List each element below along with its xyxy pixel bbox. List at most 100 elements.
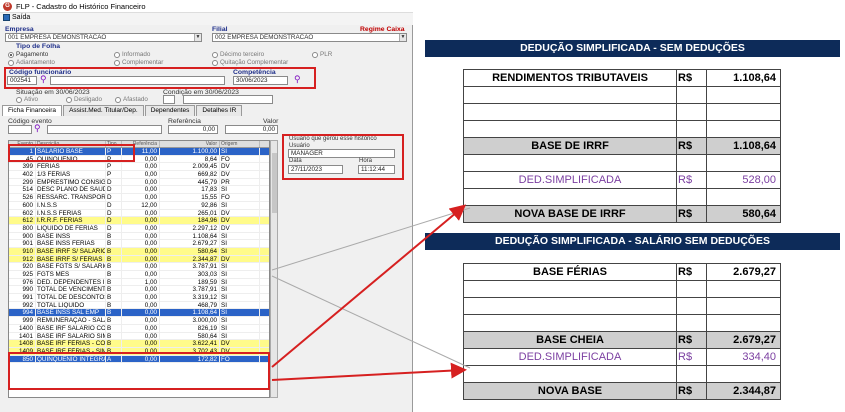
- table-row[interactable]: 990TOTAL DE VENCIMENTOSB0,003.787,91SI: [9, 286, 269, 295]
- tab-ficha-financeira[interactable]: Ficha Financeira: [2, 105, 63, 116]
- header-valor[interactable]: Valor: [160, 141, 220, 147]
- referencia-cell: 0,00: [122, 309, 160, 317]
- radio-desligado[interactable]: Desligado: [66, 96, 102, 103]
- origem-cell: FO: [220, 155, 260, 163]
- radio-quitacao-complementar[interactable]: Quitação Complementar: [212, 59, 288, 66]
- radio-afastado[interactable]: Afastado: [115, 96, 148, 103]
- referencia-cell: 0,00: [122, 255, 160, 263]
- table-row[interactable]: 612 I.R.R.F. FERIAS D 0,00 184,96 DV: [9, 217, 269, 225]
- referencia-cell: 0,00: [122, 286, 160, 294]
- cell-divider: [676, 121, 677, 137]
- evento-cell: 402: [9, 171, 36, 178]
- calc-row: NOVA BASE R$ 2.344,87: [464, 383, 780, 400]
- header-origem[interactable]: Origem: [220, 141, 260, 147]
- radio-label: Desligado: [74, 96, 103, 103]
- valor-cell: 3.622,41: [160, 340, 220, 347]
- table-row[interactable]: 600 I.N.S.S D 12,00 92,86 SI: [9, 201, 269, 210]
- descricao-cell: BASE IRF FÉRIAS - CONV: [37, 340, 106, 347]
- tab-detalhes-ir[interactable]: Detalhes IR: [196, 105, 243, 116]
- referencia-input[interactable]: 0,00: [168, 125, 218, 134]
- filial-select[interactable]: 002 EMPRESA DEMONSTRACAO ▼: [212, 33, 407, 42]
- table-row[interactable]: 399 FERIAS P 0,00 2.009,45 DV: [9, 163, 269, 172]
- table-row[interactable]: 994 BASE INSS SAL EMP B 0,00 1.108,64 SI: [9, 309, 269, 318]
- search-icon[interactable]: ⚲: [34, 124, 41, 133]
- evento-cell: 299: [9, 178, 36, 186]
- radio-complementar[interactable]: Complementar: [114, 59, 163, 66]
- valor-input[interactable]: 0,00: [225, 125, 278, 134]
- origem-cell: SI: [220, 332, 260, 340]
- table-row[interactable]: 514 DESC PLANO DE SAUDE D 0,00 17,83 SI: [9, 186, 269, 195]
- valor-cell: 826,19: [160, 324, 220, 332]
- descricao-cell: BASE FGTS S/ SALARIO: [37, 263, 106, 270]
- valor-cell: 1.108,64: [160, 309, 220, 317]
- referencia-cell: 0,00: [122, 294, 160, 301]
- cell-divider: [706, 155, 707, 171]
- radio-label: Informado: [122, 51, 151, 58]
- calc-value: 528,00: [742, 174, 776, 186]
- table-row[interactable]: 999 REMUNERAÇÃO - SALÁ B 0,00 3.000,00 SI: [9, 317, 269, 325]
- table-row[interactable]: 912 BASE IRRF S/ FÉRIAS B 0,00 2.344,87 DV: [9, 255, 269, 264]
- table-row[interactable]: 992 TOTAL LIQUIDO B 0,00 468,79 SI: [9, 301, 269, 310]
- table-row[interactable]: 991 TOTAL DE DESCONTOS B 0,00 3.319,12 SI: [9, 294, 269, 302]
- descricao-cell: EMPRESTIMO CONSIGN...: [37, 178, 106, 186]
- chevron-down-icon: ▼: [399, 34, 406, 41]
- scrollbar-thumb[interactable]: [272, 153, 277, 213]
- table-row[interactable]: 526RESSARC. TRANSPORTED0,0015,55FO: [9, 194, 269, 202]
- exit-button[interactable]: Saída: [3, 14, 30, 21]
- table-row[interactable]: 901 BASE INSS FERIAS B 0,00 2.679,27 SI: [9, 240, 269, 248]
- radio-label: Décimo terceiro: [220, 51, 265, 58]
- empresa-select[interactable]: 001 EMPRESA DEMONSTRACAO ▼: [5, 33, 202, 42]
- valor-cell: 189,59: [160, 278, 220, 286]
- panel2-table: BASE FÉRIAS R$ 2.679,27 BASE CHEIA R$ 2.679,2…: [463, 263, 781, 400]
- table-row[interactable]: 402 1/3 FERIAS P 0,00 669,82 DV: [9, 171, 269, 179]
- table-row[interactable]: 1401 BASE IRF SALARIO SIMP B 0,00 580,64 SI: [9, 332, 269, 341]
- descricao-cell: TOTAL LIQUIDO: [36, 301, 106, 309]
- referencia-label: Referência: [168, 118, 201, 125]
- radio-ativo[interactable]: Ativo: [16, 96, 38, 103]
- evento-cell: 912: [9, 255, 36, 263]
- table-row[interactable]: 900 BASE INSS B 0,00 1.108,64 SI: [9, 232, 269, 241]
- condicao-description: [183, 95, 273, 104]
- radio-plr[interactable]: PLR: [312, 51, 332, 58]
- table-row[interactable]: 800 LIQUIDO DE FERIAS D 0,00 2.297,12 DV: [9, 224, 269, 233]
- origem-cell: SI: [220, 278, 260, 286]
- table-row[interactable]: 1400BASE IRF SALARIO CONVB0,00826,19SI: [9, 324, 269, 333]
- referencia-cell: 0,00: [122, 340, 160, 347]
- referencia-cell: 0,00: [122, 332, 160, 340]
- chevron-down-icon: ▼: [194, 34, 201, 41]
- calc-label: BASE DE IRRF: [531, 140, 609, 152]
- tab-assist-medica[interactable]: Assist.Med. Titular/Dep.: [63, 105, 144, 116]
- origem-cell: SI: [220, 294, 260, 301]
- radio-decimo-terceiro[interactable]: Décimo terceiro: [212, 51, 264, 58]
- radio-dot: [8, 59, 14, 66]
- origem-cell: SI: [220, 271, 260, 278]
- valor-cell: 2.297,12: [160, 224, 220, 232]
- radio-informado[interactable]: Informado: [114, 51, 150, 58]
- table-row[interactable]: 1408BASE IRF FÉRIAS - CONVB0,003.622,41D…: [9, 340, 269, 348]
- origem-cell: SI: [220, 148, 260, 155]
- referencia-cell: 0,00: [122, 317, 160, 324]
- table-row[interactable]: 299EMPRESTIMO CONSIGN...D0,00445,79PR: [9, 178, 269, 187]
- table-row[interactable]: 920 BASE FGTS S/ SALARIO B 0,00 3.787,91 SI: [9, 263, 269, 271]
- tipo-cell: B: [106, 340, 122, 347]
- currency-label: R$: [678, 208, 693, 220]
- table-row[interactable]: 976 DED. DEPENDENTES IRF B 1,00 189,59 SI: [9, 278, 269, 287]
- table-row[interactable]: 925 FGTS MES B 0,00 303,03 SI: [9, 271, 269, 279]
- cell-divider: [706, 366, 707, 382]
- radio-adiantamento[interactable]: Adiantamento: [8, 59, 55, 66]
- valor-cell: 669,82: [160, 171, 220, 178]
- empresa-label: Empresa: [5, 26, 34, 33]
- descricao-cell: TOTAL DE VENCIMENTOS: [37, 286, 106, 294]
- table-row[interactable]: 910 BASE IRRF S/ SALÁRIOS B 0,00 580,64 SI: [9, 247, 269, 256]
- referencia-cell: 1,00: [122, 278, 160, 286]
- codigo-evento-input[interactable]: [8, 125, 32, 134]
- tab-dependentes[interactable]: Dependentes: [144, 105, 196, 116]
- origem-cell: SI: [220, 263, 260, 270]
- descricao-cell: TOTAL DE DESCONTOS: [37, 294, 106, 301]
- grid-scrollbar[interactable]: [270, 140, 278, 398]
- radio-pagamento[interactable]: Pagamento: [8, 51, 48, 58]
- tipo-cell: B: [106, 324, 122, 332]
- radio-dot: [212, 59, 218, 66]
- table-row[interactable]: 602 I.N.S.S FERIAS D 0,00 265,01 DV: [9, 209, 269, 218]
- valor-cell: 92,86: [160, 201, 220, 209]
